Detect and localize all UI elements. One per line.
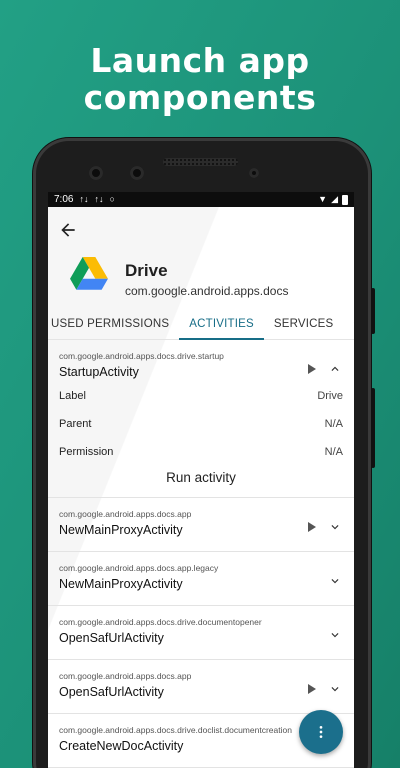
detail-key: Permission (59, 446, 114, 458)
play-icon[interactable] (308, 522, 316, 532)
activity-item[interactable]: com.google.android.apps.docs.drive.docum… (48, 606, 354, 660)
activity-item-expanded[interactable]: com.google.android.apps.docs.drive.start… (48, 340, 354, 498)
tab-bar: USED PERMISSIONS ACTIVITIES SERVICES CON… (48, 309, 354, 340)
activity-name: NewMainProxyActivity (59, 577, 183, 591)
chevron-down-icon[interactable] (328, 574, 342, 588)
promo-headline: Launch app components (0, 42, 400, 116)
tab-used-permissions[interactable]: USED PERMISSIONS (48, 309, 179, 340)
tab-services[interactable]: SERVICES (264, 309, 344, 340)
status-bar: 7:06 ↑↓ ↑↓ ○ ▼ ◢ (48, 192, 354, 207)
activity-item[interactable]: com.google.android.apps.docs.app.legacy … (48, 552, 354, 606)
activity-package: com.google.android.apps.docs.drive.start… (59, 351, 224, 361)
play-icon[interactable] (308, 684, 316, 694)
sync-icon: ○ (109, 194, 115, 204)
volume-button (371, 388, 375, 468)
activity-item[interactable]: com.google.android.apps.docs.app OpenSaf… (48, 660, 354, 714)
app-bar (48, 207, 354, 239)
notification-icon: ↑↓ (94, 194, 104, 204)
run-activity-button[interactable]: Run activity (48, 470, 354, 485)
chevron-down-icon[interactable] (328, 628, 342, 642)
tab-content-providers[interactable]: CONTE (343, 309, 354, 340)
activity-package: com.google.android.apps.docs.app.legacy (59, 563, 219, 573)
activity-item[interactable]: com.google.android.apps.docs.app NewMain… (48, 498, 354, 552)
detail-key: Parent (59, 418, 92, 430)
play-icon[interactable] (308, 364, 316, 374)
arrow-left-icon[interactable] (58, 220, 78, 240)
detail-row-permission: Permission N/A (59, 446, 343, 458)
front-sensor-icon (130, 166, 144, 180)
chevron-down-icon[interactable] (328, 520, 342, 534)
more-vertical-icon (319, 726, 323, 738)
power-button (371, 288, 375, 334)
chevron-up-icon[interactable] (328, 362, 342, 376)
battery-icon (342, 194, 348, 205)
detail-value: Drive (317, 390, 343, 402)
app-package: com.google.android.apps.docs (125, 284, 289, 298)
wifi-icon: ▼ (318, 194, 328, 204)
activity-name: OpenSafUrlActivity (59, 685, 164, 699)
earpiece-speaker (163, 158, 238, 166)
activity-package: com.google.android.apps.docs.drive.docli… (59, 725, 292, 735)
activity-package: com.google.android.apps.docs.drive.docum… (59, 617, 262, 627)
app-header: Drive com.google.android.apps.docs (48, 239, 354, 309)
detail-value: N/A (324, 446, 343, 458)
tab-activities[interactable]: ACTIVITIES (179, 309, 264, 340)
activity-package: com.google.android.apps.docs.app (59, 671, 192, 681)
activity-name: NewMainProxyActivity (59, 523, 183, 537)
detail-row-label: Label Drive (59, 390, 343, 402)
activity-name: StartupActivity (59, 365, 139, 379)
activity-package: com.google.android.apps.docs.app (59, 509, 192, 519)
detail-key: Label (59, 390, 86, 402)
front-camera-icon (89, 166, 103, 180)
chevron-down-icon[interactable] (328, 682, 342, 696)
status-time: 7:06 (54, 194, 74, 205)
promo-headline-line2: components (83, 78, 317, 117)
proximity-sensor-icon (249, 168, 259, 178)
app-name: Drive (125, 261, 168, 280)
more-options-fab[interactable] (299, 710, 343, 754)
detail-value: N/A (324, 418, 343, 430)
activity-name: OpenSafUrlActivity (59, 631, 164, 645)
phone-screen: 7:06 ↑↓ ↑↓ ○ ▼ ◢ Drive com.google.androi… (48, 192, 354, 768)
promo-headline-line1: Launch app (90, 41, 310, 80)
notification-icon: ↑↓ (79, 194, 89, 204)
detail-row-parent: Parent N/A (59, 418, 343, 430)
activity-name: CreateNewDocActivity (59, 739, 184, 753)
signal-icon: ◢ (331, 194, 338, 204)
drive-logo-icon (70, 257, 108, 290)
